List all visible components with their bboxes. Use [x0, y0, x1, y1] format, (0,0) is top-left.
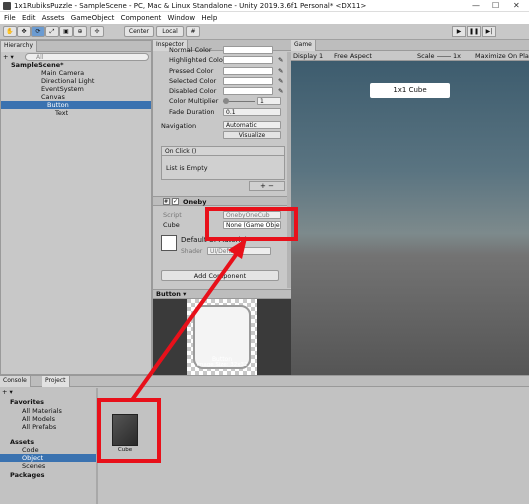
arrow-head	[228, 238, 247, 259]
arrow-line	[130, 250, 240, 402]
drag-arrow	[130, 238, 247, 402]
